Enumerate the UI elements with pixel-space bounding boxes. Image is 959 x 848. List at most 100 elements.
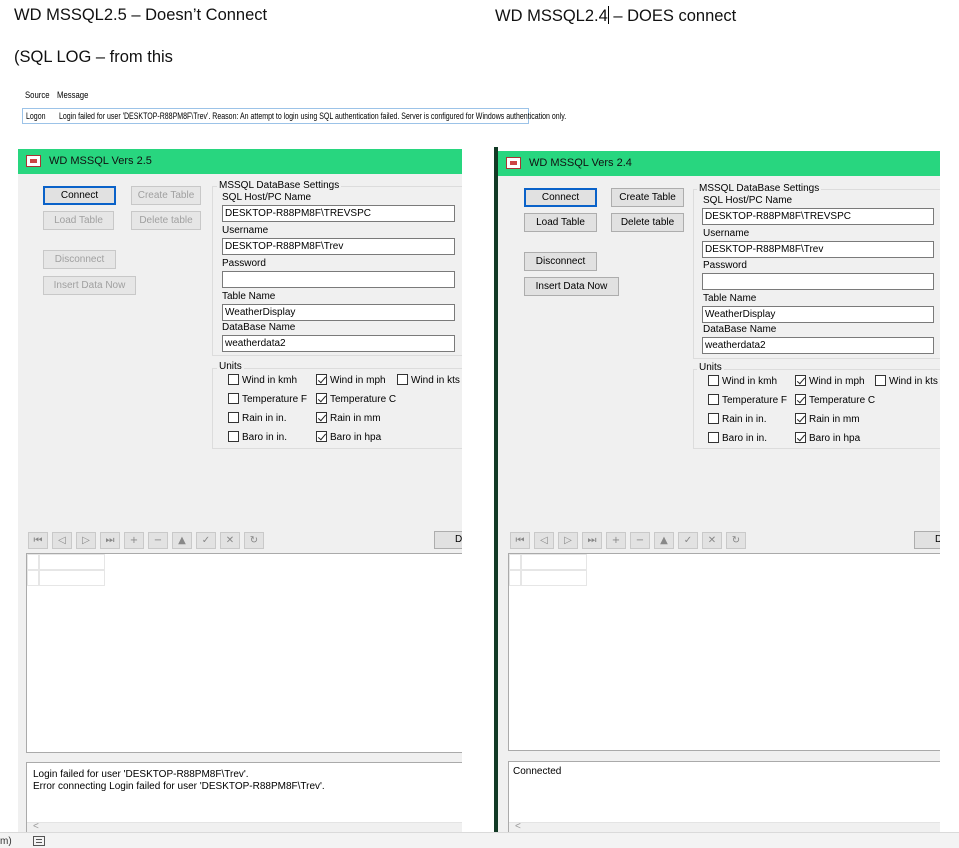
load-table-button[interactable]: Load Table bbox=[524, 213, 597, 232]
title-bar[interactable]: WD MSSQL Vers 2.5 bbox=[18, 149, 462, 174]
password-field[interactable] bbox=[702, 273, 934, 290]
delete-icon[interactable]: − bbox=[630, 532, 650, 549]
units-label: Units bbox=[697, 362, 724, 373]
wind-kts-checkbox[interactable]: Wind in kts bbox=[875, 375, 938, 387]
app-window-v25: WD MSSQL Vers 2.5 Connect Create Table L… bbox=[18, 149, 462, 833]
rain-in-checkbox[interactable]: Rain in in. bbox=[228, 412, 286, 424]
layout-icon[interactable] bbox=[33, 836, 45, 846]
last-icon[interactable]: ⏭ bbox=[100, 532, 120, 549]
grid-indicator-cell bbox=[27, 554, 39, 570]
temp-f-checkbox[interactable]: Temperature F bbox=[708, 394, 787, 406]
disconnect-button[interactable]: Disconnect bbox=[43, 250, 116, 269]
cancel-icon[interactable]: ✕ bbox=[702, 532, 722, 549]
grid-indicator-cell bbox=[509, 570, 521, 586]
checkbox-label: Temperature F bbox=[242, 394, 308, 405]
checkbox-box bbox=[708, 375, 719, 386]
baro-in-checkbox[interactable]: Baro in in. bbox=[708, 432, 767, 444]
grid-data-cell[interactable] bbox=[39, 570, 105, 586]
database-name-field[interactable]: weatherdata2 bbox=[222, 335, 455, 352]
insert-data-button[interactable]: Insert Data Now bbox=[524, 277, 619, 296]
checkbox-box bbox=[708, 432, 719, 443]
wind-mph-checkbox[interactable]: Wind in mph bbox=[795, 375, 865, 387]
temp-c-checkbox[interactable]: Temperature C bbox=[795, 394, 875, 406]
username-field[interactable]: DESKTOP-R88PM8F\Trev bbox=[702, 241, 934, 258]
checkbox-box bbox=[228, 431, 239, 442]
wind-kmh-checkbox[interactable]: Wind in kmh bbox=[228, 374, 297, 386]
scroll-left-icon[interactable]: < bbox=[515, 821, 521, 832]
connect-button[interactable]: Connect bbox=[43, 186, 116, 205]
prior-icon[interactable]: ◁ bbox=[534, 532, 554, 549]
title-bar[interactable]: WD MSSQL Vers 2.4 bbox=[498, 151, 940, 176]
app-icon bbox=[26, 155, 41, 167]
disconnect-button[interactable]: Disconnect bbox=[524, 252, 597, 271]
first-icon[interactable]: ⏮ bbox=[28, 532, 48, 549]
refresh-icon[interactable]: ↻ bbox=[244, 532, 264, 549]
insert-data-button[interactable]: Insert Data Now bbox=[43, 276, 136, 295]
navigator-d-button[interactable]: D bbox=[914, 531, 940, 549]
data-grid[interactable] bbox=[26, 553, 462, 753]
insert-icon[interactable]: + bbox=[606, 532, 626, 549]
wind-mph-checkbox[interactable]: Wind in mph bbox=[316, 374, 386, 386]
delete-table-button[interactable]: Delete table bbox=[611, 213, 684, 232]
checkbox-label: Baro in in. bbox=[722, 433, 768, 444]
load-table-button[interactable]: Load Table bbox=[43, 211, 114, 230]
next-icon[interactable]: ▷ bbox=[558, 532, 578, 549]
checkbox-box bbox=[228, 374, 239, 385]
log-memo[interactable]: Login failed for user 'DESKTOP-R88PM8F\T… bbox=[26, 762, 462, 833]
host-label: SQL Host/PC Name bbox=[703, 195, 793, 206]
rain-mm-checkbox[interactable]: Rain in mm bbox=[795, 413, 860, 425]
insert-icon[interactable]: + bbox=[124, 532, 144, 549]
create-table-button[interactable]: Create Table bbox=[131, 186, 201, 205]
baro-in-checkbox[interactable]: Baro in in. bbox=[228, 431, 287, 443]
table-name-field[interactable]: WeatherDisplay bbox=[222, 304, 455, 321]
data-grid[interactable] bbox=[508, 553, 940, 751]
app-window-v24: WD MSSQL Vers 2.4 Connect Create Table L… bbox=[498, 151, 940, 833]
checkbox-box bbox=[795, 375, 806, 386]
db-navigator: ⏮ ◁ ▷ ⏭ + − ▲ ✓ ✕ ↻ bbox=[510, 529, 760, 551]
baro-hpa-checkbox[interactable]: Baro in hpa bbox=[795, 432, 860, 444]
checkbox-box bbox=[795, 432, 806, 443]
delete-table-button[interactable]: Delete table bbox=[131, 211, 201, 230]
create-table-button[interactable]: Create Table bbox=[611, 188, 684, 207]
checkbox-box bbox=[708, 413, 719, 424]
edit-icon[interactable]: ▲ bbox=[172, 532, 192, 549]
scroll-left-icon[interactable]: < bbox=[33, 821, 39, 832]
connect-button[interactable]: Connect bbox=[524, 188, 597, 207]
baro-hpa-checkbox[interactable]: Baro in hpa bbox=[316, 431, 381, 443]
temp-c-checkbox[interactable]: Temperature C bbox=[316, 393, 396, 405]
database-name-field[interactable]: weatherdata2 bbox=[702, 337, 934, 354]
post-icon[interactable]: ✓ bbox=[678, 532, 698, 549]
checkbox-label: Rain in in. bbox=[722, 414, 767, 425]
wind-kts-checkbox[interactable]: Wind in kts bbox=[397, 374, 460, 386]
host-field[interactable]: DESKTOP-R88PM8F\TREVSPC bbox=[702, 208, 934, 225]
grid-header-cell[interactable] bbox=[39, 554, 105, 570]
db-navigator: ⏮ ◁ ▷ ⏭ + − ▲ ✓ ✕ ↻ bbox=[28, 529, 278, 551]
refresh-icon[interactable]: ↻ bbox=[726, 532, 746, 549]
navigator-d-button[interactable]: D bbox=[434, 531, 462, 549]
grid-data-cell[interactable] bbox=[521, 570, 587, 586]
log-memo[interactable]: Connected < bbox=[508, 761, 940, 833]
table-name-field[interactable]: WeatherDisplay bbox=[702, 306, 934, 323]
username-field[interactable]: DESKTOP-R88PM8F\Trev bbox=[222, 238, 455, 255]
delete-icon[interactable]: − bbox=[148, 532, 168, 549]
edit-icon[interactable]: ▲ bbox=[654, 532, 674, 549]
grid-header-cell[interactable] bbox=[521, 554, 587, 570]
temp-f-checkbox[interactable]: Temperature F bbox=[228, 393, 307, 405]
post-icon[interactable]: ✓ bbox=[196, 532, 216, 549]
rain-mm-checkbox[interactable]: Rain in mm bbox=[316, 412, 381, 424]
checkbox-box bbox=[875, 375, 886, 386]
rain-in-checkbox[interactable]: Rain in in. bbox=[708, 413, 766, 425]
checkbox-box bbox=[397, 374, 408, 385]
next-icon[interactable]: ▷ bbox=[76, 532, 96, 549]
wind-kmh-checkbox[interactable]: Wind in kmh bbox=[708, 375, 777, 387]
checkbox-label: Temperature F bbox=[722, 395, 788, 406]
password-label: Password bbox=[222, 258, 266, 269]
last-icon[interactable]: ⏭ bbox=[582, 532, 602, 549]
password-field[interactable] bbox=[222, 271, 455, 288]
host-field[interactable]: DESKTOP-R88PM8F\TREVSPC bbox=[222, 205, 455, 222]
window-title: WD MSSQL Vers 2.5 bbox=[49, 155, 152, 167]
cancel-icon[interactable]: ✕ bbox=[220, 532, 240, 549]
prior-icon[interactable]: ◁ bbox=[52, 532, 72, 549]
log-row[interactable]: Logon Login failed for user 'DESKTOP-R88… bbox=[22, 108, 566, 124]
first-icon[interactable]: ⏮ bbox=[510, 532, 530, 549]
